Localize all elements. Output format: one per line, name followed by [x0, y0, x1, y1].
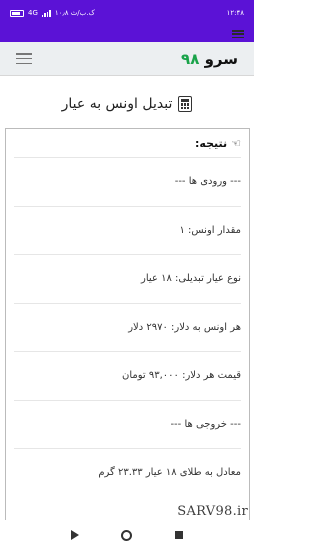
- hand-pointer-icon: ☜: [231, 136, 241, 150]
- system-nav-bar: [0, 520, 254, 550]
- status-left-group: 4G ۱۰٫۸ ک.ب/ث: [10, 9, 95, 17]
- network-label: 4G: [28, 9, 38, 17]
- logo-number: ۹۸: [181, 49, 200, 68]
- logo-text: سرو: [204, 49, 238, 68]
- signal-icon: [41, 9, 51, 17]
- status-time: ۱۲:۴۸: [226, 9, 244, 17]
- result-row-carat-type: نوع عیار تبدیلی: ۱۸ عیار: [14, 254, 241, 303]
- watermark: SARV98.ir: [177, 504, 248, 519]
- result-row-dollar-price: قیمت هر دلار: ۹۳,۰۰۰ تومان: [14, 351, 241, 400]
- site-logo[interactable]: سرو ۹۸: [181, 50, 238, 68]
- page-title: تبدیل اونس به عیار: [0, 90, 254, 118]
- result-row-output-divider: --- خروجی ها ---: [14, 399, 241, 449]
- site-header: سرو ۹۸: [0, 42, 254, 76]
- status-bar: 4G ۱۰٫۸ ک.ب/ث ۱۲:۴۸: [0, 0, 254, 26]
- top-subbar: [0, 26, 254, 42]
- result-card: ☜ نتیجه: --- ورودی ها --- مقدار اونس: ۱ …: [5, 128, 250, 540]
- result-row-gold-equivalent: معادل به طلای ۱۸ عیار ۲۳.۳۳ گرم: [14, 448, 241, 497]
- result-row-input-divider: --- ورودی ها ---: [14, 157, 241, 206]
- recent-apps-icon[interactable]: [174, 531, 183, 539]
- hamburger-menu-icon[interactable]: [16, 53, 32, 64]
- battery-icon: [10, 9, 24, 17]
- calculator-icon: [178, 96, 193, 112]
- menu-lines-icon[interactable]: [232, 30, 244, 38]
- result-heading: ☜ نتیجه:: [14, 129, 241, 157]
- result-row-ounce-price: هر اونس به دلار: ۲۹۷۰ دلار: [14, 302, 241, 352]
- data-speed: ۱۰٫۸ ک.ب/ث: [54, 9, 95, 17]
- home-icon[interactable]: [121, 529, 133, 541]
- result-row-ounce-amount: مقدار اونس: ۱: [14, 205, 241, 255]
- result-heading-text: نتیجه:: [195, 136, 228, 150]
- page-title-text: تبدیل اونس به عیار: [61, 96, 173, 112]
- back-icon[interactable]: [71, 530, 80, 540]
